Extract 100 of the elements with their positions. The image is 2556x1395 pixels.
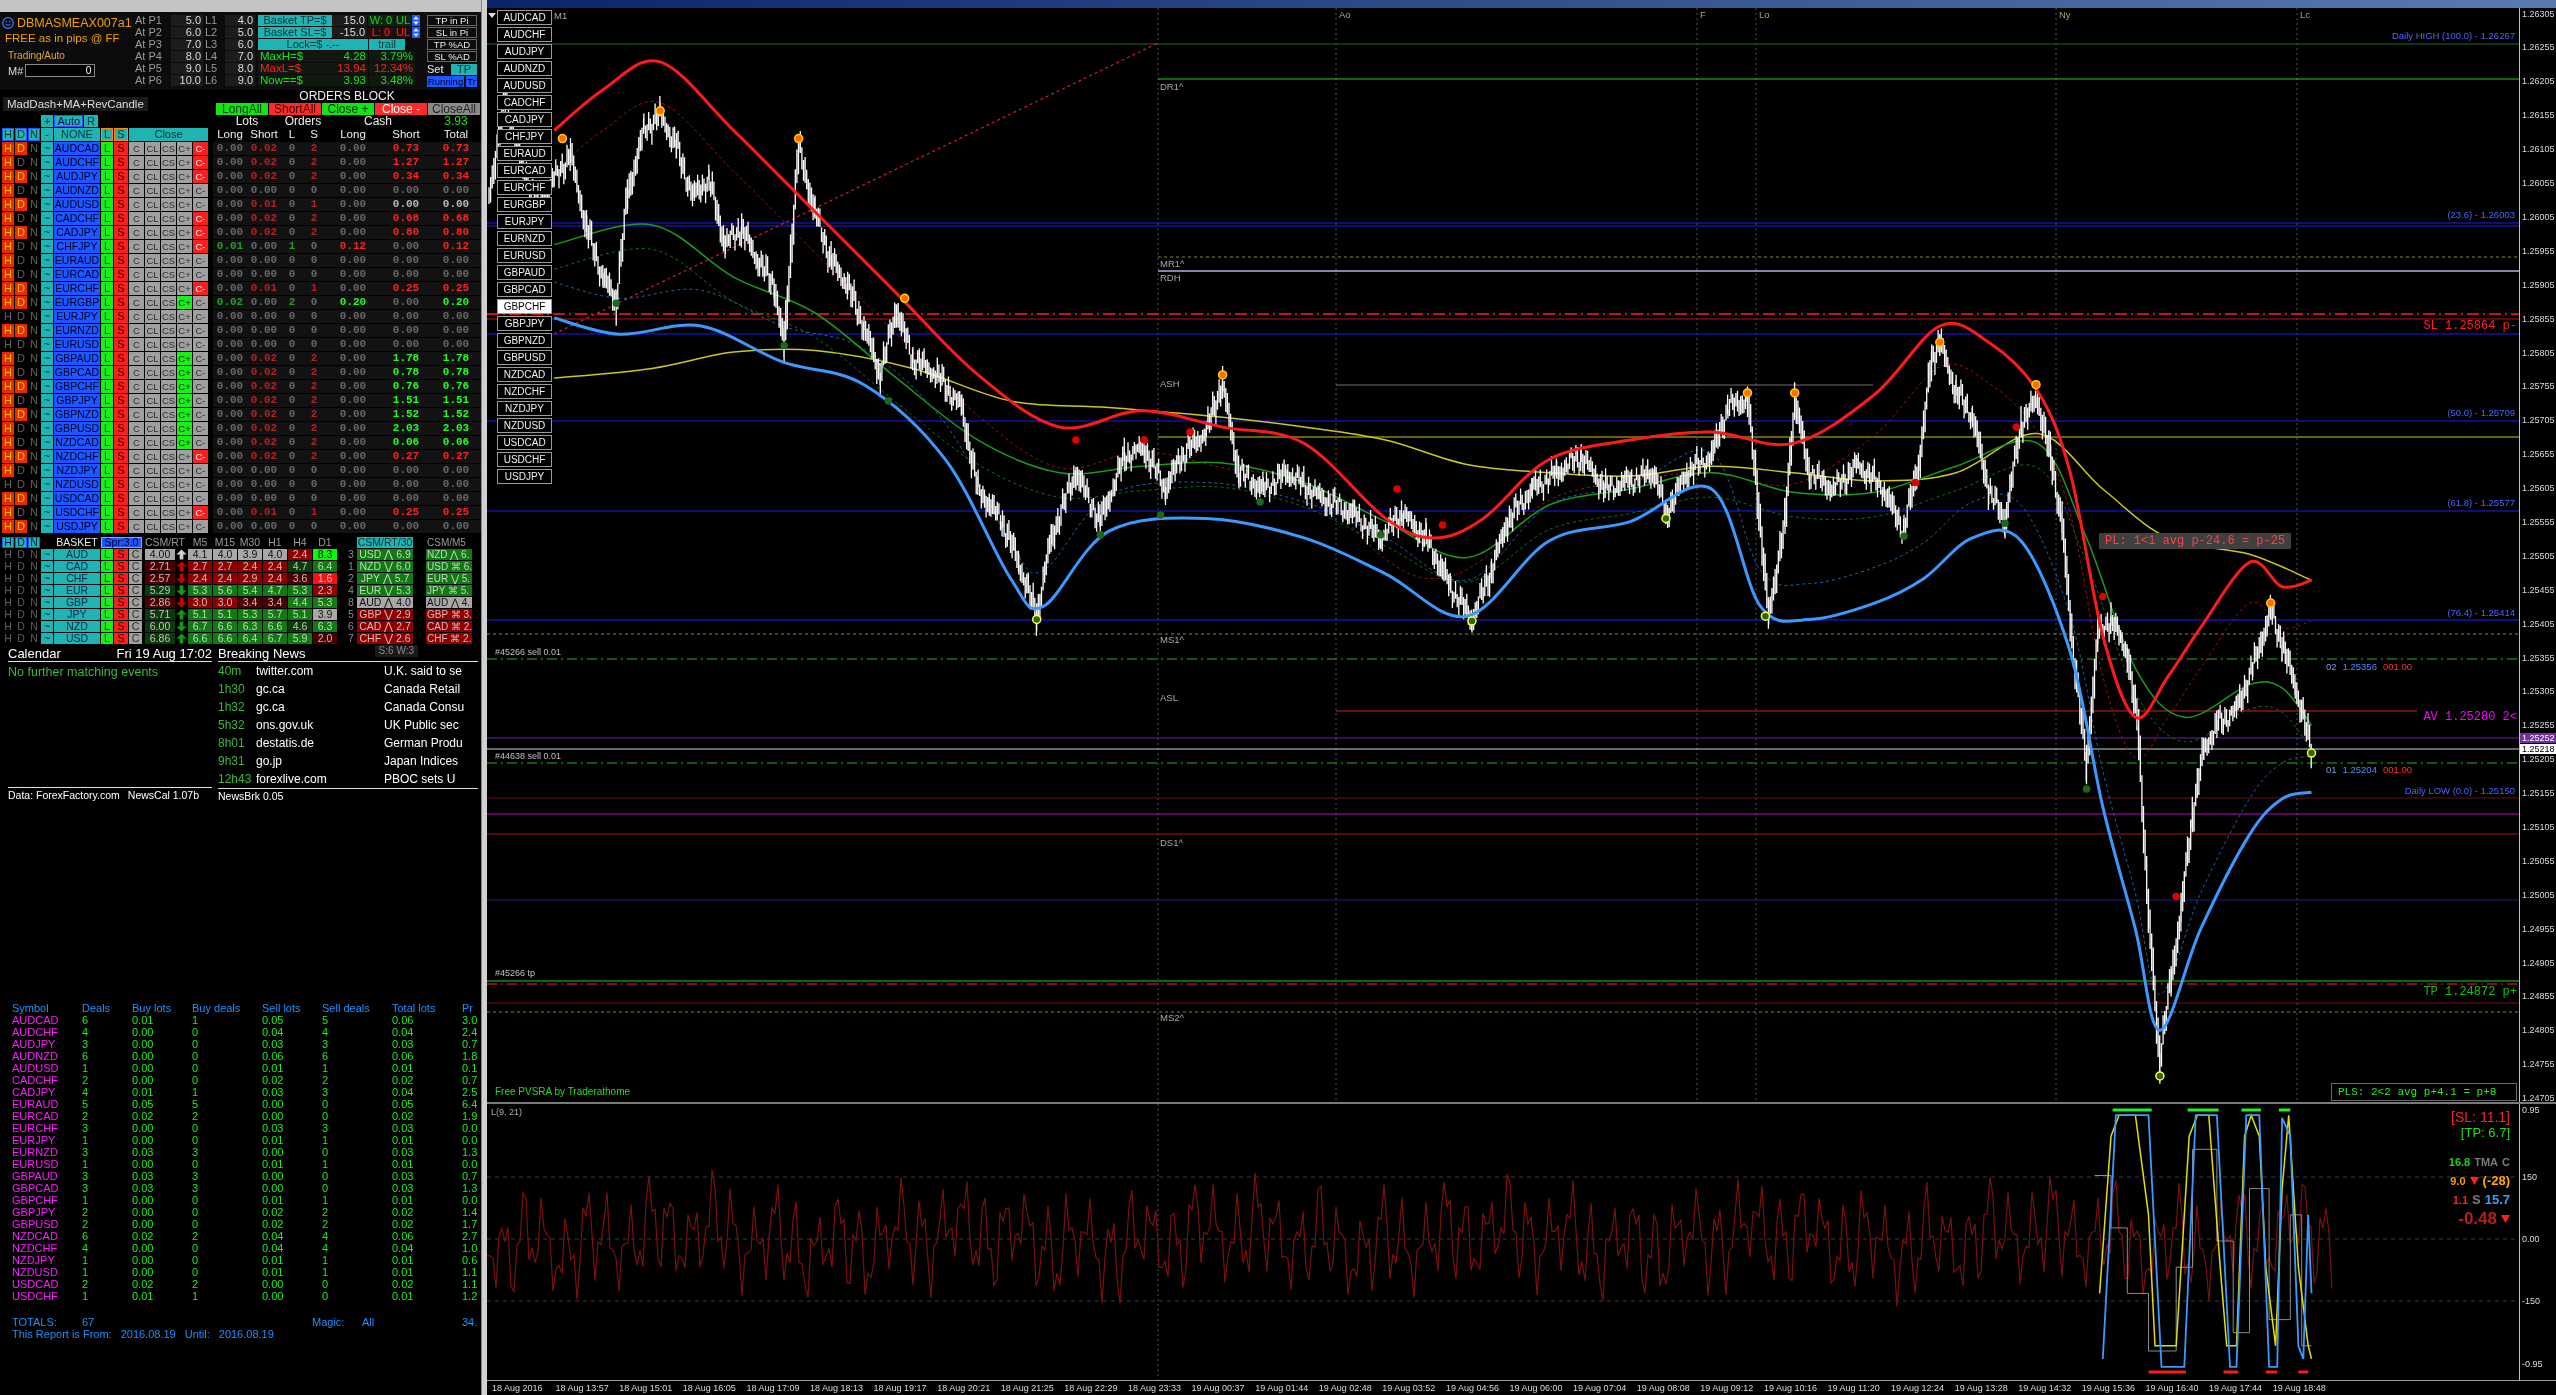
cl-button[interactable]: CL — [145, 366, 160, 379]
currency-button[interactable]: JPY — [54, 609, 100, 620]
c-plus-button[interactable]: C+ — [177, 394, 192, 407]
c-plus-button[interactable]: C+ — [177, 324, 192, 337]
flag-toggle[interactable]: N — [28, 549, 40, 560]
c-button[interactable]: C — [129, 156, 144, 169]
cs-button[interactable]: CS — [161, 310, 176, 323]
c-button[interactable]: C — [129, 254, 144, 267]
sell-button[interactable]: S — [114, 366, 128, 379]
cs-button[interactable]: CS — [161, 394, 176, 407]
cs-button[interactable]: CS — [161, 478, 176, 491]
buy-button[interactable]: L — [101, 408, 113, 421]
flag-toggle[interactable]: D — [15, 310, 27, 323]
sell-button[interactable]: S — [114, 296, 128, 309]
cl-button[interactable]: CL — [145, 142, 160, 155]
c-minus-button[interactable]: C- — [193, 478, 208, 491]
flag-header[interactable]: N — [28, 537, 40, 548]
chart-button[interactable]: ~ — [41, 142, 53, 155]
cs-button[interactable]: CS — [161, 422, 176, 435]
chart-button[interactable]: ~ — [41, 268, 53, 281]
c-button[interactable]: C — [129, 422, 144, 435]
flag-toggle[interactable]: N — [28, 212, 40, 225]
c-button[interactable]: C — [129, 450, 144, 463]
flag-toggle[interactable]: N — [28, 561, 40, 572]
cl-button[interactable]: CL — [145, 198, 160, 211]
sell-button[interactable]: S — [114, 450, 128, 463]
chart-button[interactable]: ~ — [41, 282, 53, 295]
flag-toggle[interactable]: H — [2, 212, 14, 225]
toggle-button[interactable]: R — [84, 115, 99, 127]
chart-button[interactable]: ~ — [41, 492, 53, 505]
sell-button[interactable]: S — [114, 597, 128, 608]
flag-toggle[interactable]: H — [2, 609, 14, 620]
flag-toggle[interactable]: D — [15, 170, 27, 183]
cl-button[interactable]: CL — [145, 170, 160, 183]
cs-button[interactable]: CS — [161, 296, 176, 309]
sell-button[interactable]: S — [114, 621, 128, 632]
sell-button[interactable]: S — [114, 506, 128, 519]
cl-button[interactable]: CL — [145, 478, 160, 491]
buy-button[interactable]: L — [101, 198, 113, 211]
c-minus-button[interactable]: C- — [193, 380, 208, 393]
c-button[interactable]: C — [129, 324, 144, 337]
sell-button[interactable]: S — [114, 254, 128, 267]
cl-button[interactable]: CL — [145, 310, 160, 323]
flag-toggle[interactable]: N — [28, 240, 40, 253]
buy-button[interactable]: L — [101, 142, 113, 155]
flag-toggle[interactable]: N — [28, 609, 40, 620]
flag-toggle[interactable]: D — [15, 585, 27, 596]
flag-toggle[interactable]: N — [28, 573, 40, 584]
symbol-button[interactable]: EURNZD — [54, 324, 100, 337]
chart-button[interactable]: ~ — [41, 394, 53, 407]
flag-toggle[interactable]: D — [15, 282, 27, 295]
c-button[interactable]: C — [129, 436, 144, 449]
sell-button[interactable]: S — [114, 585, 128, 596]
chart-button[interactable]: ~ — [41, 240, 53, 253]
buy-button[interactable]: L — [101, 422, 113, 435]
flag-toggle[interactable]: N — [28, 156, 40, 169]
cs-button[interactable]: CS — [161, 156, 176, 169]
cl-button[interactable]: CL — [145, 296, 160, 309]
chart-button[interactable]: ~ — [41, 310, 53, 323]
sell-button[interactable]: S — [114, 561, 128, 572]
cl-button[interactable]: CL — [145, 254, 160, 267]
c-button[interactable]: C — [129, 621, 142, 632]
cs-button[interactable]: CS — [161, 520, 176, 533]
chart-button[interactable]: ~ — [41, 633, 53, 644]
cs-button[interactable]: CS — [161, 380, 176, 393]
short-all-button[interactable]: ShortAll — [269, 103, 321, 115]
cl-button[interactable]: CL — [145, 352, 160, 365]
sell-button[interactable]: S — [114, 492, 128, 505]
flag-toggle[interactable]: H — [2, 478, 14, 491]
c-minus-button[interactable]: C- — [193, 254, 208, 267]
c-button[interactable]: C — [129, 633, 142, 644]
currency-button[interactable]: AUD — [54, 549, 100, 560]
buy-button[interactable]: L — [101, 492, 113, 505]
buy-button[interactable]: L — [101, 310, 113, 323]
flag-toggle[interactable]: H — [2, 338, 14, 351]
flag-toggle[interactable]: D — [15, 609, 27, 620]
sell-button[interactable]: S — [114, 310, 128, 323]
c-plus-button[interactable]: C+ — [177, 408, 192, 421]
spread-button[interactable]: Spr:3.0 — [101, 537, 142, 548]
flag-toggle[interactable]: D — [15, 198, 27, 211]
symbol-button[interactable]: EURAUD — [54, 254, 100, 267]
c-plus-button[interactable]: C+ — [177, 366, 192, 379]
c-button[interactable]: C — [129, 282, 144, 295]
long-all-button[interactable]: LongAll — [216, 103, 268, 115]
flag-toggle[interactable]: D — [15, 254, 27, 267]
flag-toggle[interactable]: D — [15, 352, 27, 365]
symbol-button[interactable]: NZDJPY — [54, 464, 100, 477]
c-plus-button[interactable]: C+ — [177, 198, 192, 211]
flag-toggle[interactable]: N — [28, 464, 40, 477]
flag-toggle[interactable]: N — [28, 621, 40, 632]
c-minus-button[interactable]: C- — [193, 198, 208, 211]
spinner-arrows-icon[interactable] — [412, 15, 420, 26]
c-plus-button[interactable]: C+ — [177, 422, 192, 435]
c-button[interactable]: C — [129, 296, 144, 309]
sell-button[interactable]: S — [114, 268, 128, 281]
flag-toggle[interactable]: H — [2, 597, 14, 608]
c-plus-button[interactable]: C+ — [177, 254, 192, 267]
symbol-button[interactable]: EURUSD — [54, 338, 100, 351]
currency-button[interactable]: USD — [54, 633, 100, 644]
flag-toggle[interactable]: H — [2, 436, 14, 449]
